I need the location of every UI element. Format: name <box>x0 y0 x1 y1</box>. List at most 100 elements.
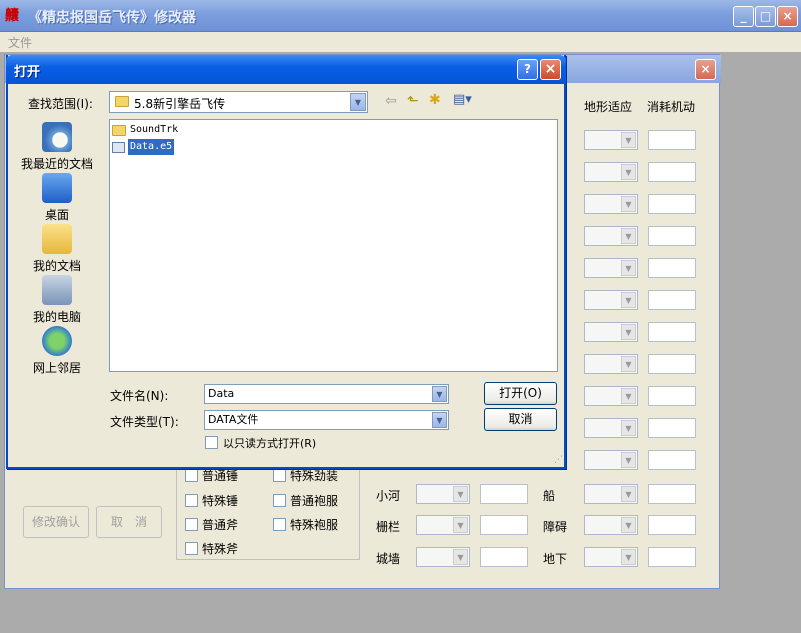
mobility-input[interactable] <box>648 258 696 278</box>
place-my-computer[interactable]: 我的电脑 <box>12 275 102 325</box>
place-label: 我最近的文档 <box>20 157 93 171</box>
checkbox[interactable] <box>185 542 198 555</box>
mobility-input[interactable] <box>648 354 696 374</box>
chevron-down-icon[interactable]: ▼ <box>621 420 636 436</box>
new-folder-icon[interactable]: ✱ <box>429 92 441 108</box>
folder-icon <box>115 96 129 107</box>
filename-label: 文件名(N): <box>110 389 169 403</box>
recent-documents-icon <box>42 122 72 152</box>
terrain-combo[interactable]: ▼ <box>584 258 638 278</box>
resize-grip-icon[interactable]: ⋰ <box>554 455 566 467</box>
filetype-select[interactable]: DATA文件 ▼ <box>204 410 449 430</box>
terrain-combo[interactable]: ▼ <box>584 450 638 470</box>
terrain-combo[interactable]: ▼ <box>416 515 470 535</box>
editor-close-button[interactable]: × <box>695 59 716 80</box>
chevron-down-icon[interactable]: ▼ <box>621 260 636 276</box>
mobility-input[interactable] <box>648 226 696 246</box>
mobility-input[interactable] <box>648 386 696 406</box>
open-file-dialog: 打开 ? × 查找范围(I): 5.8新引擎岳飞传 ▼ ⇦ ⬑ ✱ ▤▾ 我最近… <box>6 55 566 469</box>
chevron-down-icon[interactable]: ▼ <box>621 549 636 565</box>
mobility-input[interactable] <box>648 515 696 535</box>
readonly-checkbox[interactable] <box>205 436 218 449</box>
file-icon <box>112 142 125 153</box>
mobility-input[interactable] <box>648 322 696 342</box>
main-close-button[interactable]: × <box>777 6 798 27</box>
terrain-combo[interactable]: ▼ <box>584 322 638 342</box>
terrain-combo[interactable]: ▼ <box>416 484 470 504</box>
place-network[interactable]: 网上邻居 <box>12 326 102 376</box>
checkbox[interactable] <box>273 494 286 507</box>
chevron-down-icon[interactable]: ▼ <box>621 486 636 502</box>
file-list[interactable]: SoundTrk Data.e5 <box>109 119 558 372</box>
lookin-dropdown[interactable]: 5.8新引擎岳飞传 ▼ <box>109 91 368 113</box>
back-icon[interactable]: ⇦ <box>385 93 397 109</box>
cancel-modify-button[interactable]: 取 消 <box>96 506 162 538</box>
chevron-down-icon[interactable]: ▼ <box>621 324 636 340</box>
place-my-documents[interactable]: 我的文档 <box>12 224 102 274</box>
checkbox[interactable] <box>185 494 198 507</box>
chevron-down-icon[interactable]: ▼ <box>621 517 636 533</box>
cancel-button[interactable]: 取消 <box>484 408 557 431</box>
mobility-input[interactable] <box>648 162 696 182</box>
chevron-down-icon[interactable]: ▼ <box>621 356 636 372</box>
terrain-combo[interactable]: ▼ <box>584 547 638 567</box>
mobility-input[interactable] <box>648 484 696 504</box>
mobility-input[interactable] <box>648 130 696 150</box>
mobility-input[interactable] <box>480 515 528 535</box>
chevron-down-icon[interactable]: ▼ <box>350 93 366 111</box>
terrain-combo[interactable]: ▼ <box>584 194 638 214</box>
minimize-button[interactable]: _ <box>733 6 754 27</box>
mobility-input[interactable] <box>648 450 696 470</box>
filetype-label: 文件类型(T): <box>110 415 179 429</box>
file-name: SoundTrk <box>130 124 179 135</box>
chevron-down-icon[interactable]: ▼ <box>432 386 447 402</box>
chevron-down-icon[interactable]: ▼ <box>621 132 636 148</box>
terrain-label: 地下 <box>543 552 568 566</box>
up-folder-icon[interactable]: ⬑ <box>407 93 419 109</box>
checkbox[interactable] <box>273 469 286 482</box>
terrain-combo[interactable]: ▼ <box>416 547 470 567</box>
open-dialog-title: 打开 <box>14 65 41 80</box>
view-menu-icon[interactable]: ▤▾ <box>453 92 472 107</box>
help-button[interactable]: ? <box>517 59 538 80</box>
filename-input[interactable]: Data ▼ <box>204 384 449 404</box>
maximize-button[interactable]: □ <box>755 6 776 27</box>
checkbox-label: 特殊斧 <box>202 542 239 556</box>
terrain-combo[interactable]: ▼ <box>584 226 638 246</box>
terrain-combo[interactable]: ▼ <box>584 290 638 310</box>
checkbox[interactable] <box>185 469 198 482</box>
mobility-input[interactable] <box>480 547 528 567</box>
mobility-input[interactable] <box>648 194 696 214</box>
checkbox[interactable] <box>185 518 198 531</box>
lookin-value: 5.8新引擎岳飞传 <box>134 97 226 111</box>
chevron-down-icon[interactable]: ▼ <box>621 196 636 212</box>
chevron-down-icon[interactable]: ▼ <box>432 412 447 428</box>
mobility-input[interactable] <box>648 547 696 567</box>
chevron-down-icon[interactable]: ▼ <box>621 388 636 404</box>
terrain-combo[interactable]: ▼ <box>584 484 638 504</box>
readonly-label: 以只读方式打开(R) <box>223 437 317 450</box>
chevron-down-icon[interactable]: ▼ <box>621 292 636 308</box>
menu-file[interactable]: 文件 <box>8 34 32 51</box>
terrain-combo[interactable]: ▼ <box>584 418 638 438</box>
terrain-combo[interactable]: ▼ <box>584 515 638 535</box>
place-label: 我的文档 <box>32 259 81 273</box>
chevron-down-icon[interactable]: ▼ <box>621 452 636 468</box>
checkbox-label: 普通斧 <box>202 518 239 532</box>
close-button[interactable]: × <box>540 59 561 80</box>
chevron-down-icon[interactable]: ▼ <box>621 164 636 180</box>
open-button[interactable]: 打开(O) <box>484 382 557 405</box>
terrain-combo[interactable]: ▼ <box>584 130 638 150</box>
place-desktop[interactable]: 桌面 <box>12 173 102 223</box>
terrain-combo[interactable]: ▼ <box>584 162 638 182</box>
folder-icon <box>112 125 126 136</box>
place-recent[interactable]: 我最近的文档 <box>12 122 102 172</box>
mobility-input[interactable] <box>648 418 696 438</box>
confirm-modify-button[interactable]: 修改确认 <box>23 506 89 538</box>
terrain-combo[interactable]: ▼ <box>584 354 638 374</box>
checkbox[interactable] <box>273 518 286 531</box>
mobility-input[interactable] <box>648 290 696 310</box>
terrain-combo[interactable]: ▼ <box>584 386 638 406</box>
mobility-input[interactable] <box>480 484 528 504</box>
chevron-down-icon[interactable]: ▼ <box>621 228 636 244</box>
